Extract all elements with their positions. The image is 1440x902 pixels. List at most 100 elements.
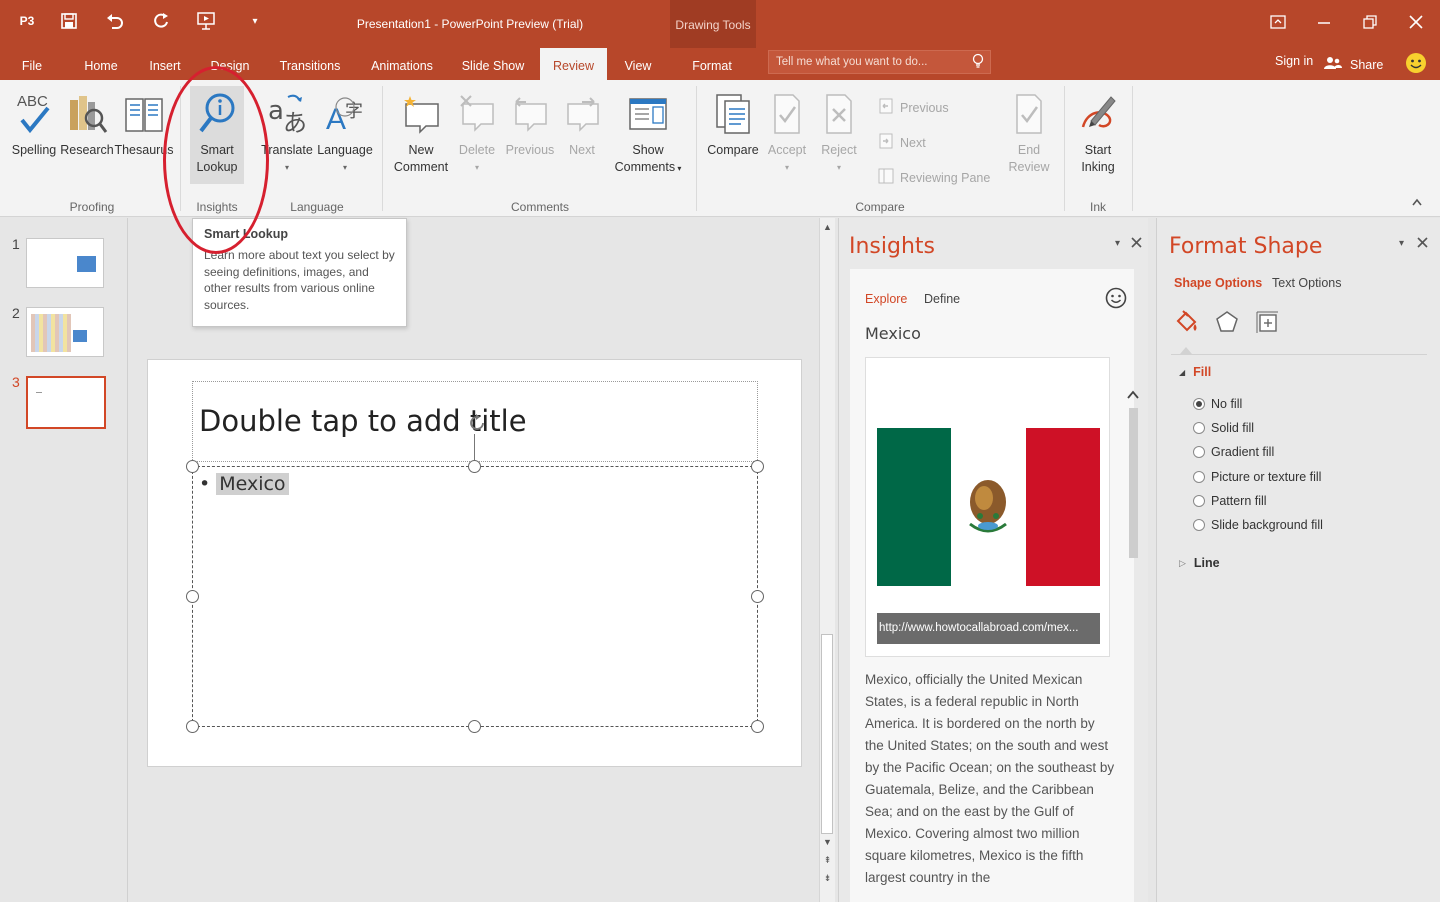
tab-format[interactable]: Format xyxy=(684,48,740,80)
start-inking-button[interactable]: Start Inking xyxy=(1072,86,1124,176)
insights-scrollbar[interactable] xyxy=(1125,384,1143,902)
next-change-button[interactable]: Next xyxy=(878,133,926,152)
sign-in-link[interactable]: Sign in xyxy=(1275,54,1313,68)
accept-button[interactable]: Accept ▾ xyxy=(762,86,812,176)
bullet-glyph: • xyxy=(199,473,211,495)
smiley-feedback-icon[interactable] xyxy=(1405,52,1427,77)
slide-thumbnail-2[interactable] xyxy=(26,307,104,357)
tab-define[interactable]: Define xyxy=(924,292,960,306)
scrollbar-thumb[interactable] xyxy=(1129,408,1138,558)
tab-animations[interactable]: Animations xyxy=(362,48,442,80)
fill-option-gradient[interactable]: Gradient fill xyxy=(1193,445,1274,459)
resize-handle[interactable] xyxy=(751,590,764,603)
scrollbar-thumb[interactable] xyxy=(821,634,833,834)
line-section-header[interactable]: ▷ Line xyxy=(1179,556,1220,570)
tab-review[interactable]: Review xyxy=(540,48,607,80)
slide-thumbnail-3[interactable] xyxy=(26,376,106,429)
minimize-icon[interactable] xyxy=(1310,10,1338,34)
fill-option-slide-background[interactable]: Slide background fill xyxy=(1193,518,1323,532)
thumbnail-shape xyxy=(77,256,96,272)
scroll-down-icon[interactable]: ▼ xyxy=(821,836,834,849)
radio-button[interactable] xyxy=(1193,495,1205,507)
slide-canvas[interactable]: Double tap to add title • Mexico xyxy=(147,359,802,767)
resize-handle[interactable] xyxy=(468,720,481,733)
tab-home[interactable]: Home xyxy=(78,48,124,80)
tell-me-box[interactable]: Tell me what you want to do... xyxy=(768,50,991,74)
result-image-card[interactable]: http://www.howtocallabroad.com/mex... xyxy=(865,357,1110,657)
resize-handle[interactable] xyxy=(751,460,764,473)
radio-button[interactable] xyxy=(1193,422,1205,434)
reject-dropdown-arrow: ▾ xyxy=(836,163,841,172)
tab-explore[interactable]: Explore xyxy=(865,292,907,306)
reject-button[interactable]: Reject ▾ xyxy=(814,86,864,176)
ribbon-display-options-icon[interactable] xyxy=(1264,10,1292,34)
close-window-icon[interactable] xyxy=(1402,10,1430,34)
svg-text:ABC: ABC xyxy=(17,93,48,110)
radio-button[interactable] xyxy=(1193,398,1205,410)
fill-option-solid[interactable]: Solid fill xyxy=(1193,421,1254,435)
radio-button[interactable] xyxy=(1193,519,1205,531)
tab-shape-options[interactable]: Shape Options xyxy=(1174,276,1262,290)
insights-topic: Mexico xyxy=(865,324,921,343)
tab-insert[interactable]: Insert xyxy=(142,48,188,80)
selected-text[interactable]: Mexico xyxy=(216,473,289,495)
previous-comment-button[interactable]: Previous xyxy=(502,86,558,159)
fill-option-picture[interactable]: Picture or texture fill xyxy=(1193,470,1321,484)
smiley-feedback-icon[interactable] xyxy=(1105,287,1127,309)
restore-icon[interactable] xyxy=(1356,10,1384,34)
fill-section-header[interactable]: ◢ Fill xyxy=(1179,365,1211,379)
group-separator xyxy=(382,86,383,211)
scroll-up-icon[interactable]: ▲ xyxy=(821,221,834,234)
compare-button[interactable]: Compare xyxy=(704,86,762,159)
tab-transitions[interactable]: Transitions xyxy=(272,48,348,80)
pane-options-icon[interactable]: ▾ xyxy=(1115,238,1120,249)
next-comment-button[interactable]: Next xyxy=(560,86,604,159)
slide-thumbnail-1[interactable] xyxy=(26,238,104,288)
size-properties-icon[interactable] xyxy=(1253,308,1281,336)
show-comments-button[interactable]: Show Comments ▾ xyxy=(610,86,686,177)
rotate-handle-icon[interactable] xyxy=(466,412,488,437)
close-insights-icon[interactable] xyxy=(1131,236,1142,251)
effects-icon[interactable] xyxy=(1213,308,1241,336)
format-shape-title: Format Shape xyxy=(1169,234,1323,259)
previous-change-button[interactable]: Previous xyxy=(878,98,949,117)
resize-handle[interactable] xyxy=(186,720,199,733)
resize-handle[interactable] xyxy=(186,590,199,603)
tab-view[interactable]: View xyxy=(617,48,659,80)
radio-button[interactable] xyxy=(1193,471,1205,483)
new-comment-button[interactable]: New Comment xyxy=(390,86,452,176)
image-source-url[interactable]: http://www.howtocallabroad.com/mex... xyxy=(877,613,1100,644)
fill-option-pattern[interactable]: Pattern fill xyxy=(1193,494,1267,508)
resize-handle[interactable] xyxy=(468,460,481,473)
group-separator xyxy=(1064,86,1065,211)
slide-scrollbar[interactable]: ▲ ▼ ⇞ ⇟ xyxy=(819,218,835,902)
spelling-button[interactable]: ABC Spelling xyxy=(10,86,58,159)
scroll-up-icon[interactable] xyxy=(1127,388,1139,402)
resize-handle[interactable] xyxy=(751,720,764,733)
share-button[interactable]: Share xyxy=(1324,56,1383,73)
research-button[interactable]: Research xyxy=(60,86,114,159)
tab-text-options[interactable]: Text Options xyxy=(1272,276,1341,290)
delete-comment-button[interactable]: Delete ▾ xyxy=(454,86,500,176)
next-slide-icon[interactable]: ⇟ xyxy=(821,872,834,885)
reviewing-pane-button[interactable]: Reviewing Pane xyxy=(878,168,990,187)
lightbulb-icon xyxy=(972,53,984,72)
previous-slide-icon[interactable]: ⇞ xyxy=(821,854,834,867)
fill-option-no-fill[interactable]: No fill xyxy=(1193,397,1242,411)
ink-group-label: Ink xyxy=(1089,200,1106,214)
end-review-icon xyxy=(1004,86,1054,142)
end-review-button[interactable]: End Review xyxy=(1004,86,1054,176)
radio-button[interactable] xyxy=(1193,446,1205,458)
language-button[interactable]: A字 Language ▾ xyxy=(316,86,374,176)
resize-handle[interactable] xyxy=(186,460,199,473)
share-label: Share xyxy=(1350,57,1384,72)
content-placeholder[interactable]: • Mexico xyxy=(192,466,758,727)
previous-change-label: Previous xyxy=(900,100,949,115)
collapse-ribbon-icon[interactable] xyxy=(1412,198,1422,209)
tab-slide-show[interactable]: Slide Show xyxy=(456,48,530,80)
accept-label: Accept xyxy=(767,143,807,157)
close-format-pane-icon[interactable] xyxy=(1417,236,1428,251)
fill-line-icon[interactable] xyxy=(1173,308,1201,336)
tab-file[interactable]: File xyxy=(14,48,50,80)
pane-options-icon[interactable]: ▾ xyxy=(1399,238,1404,249)
